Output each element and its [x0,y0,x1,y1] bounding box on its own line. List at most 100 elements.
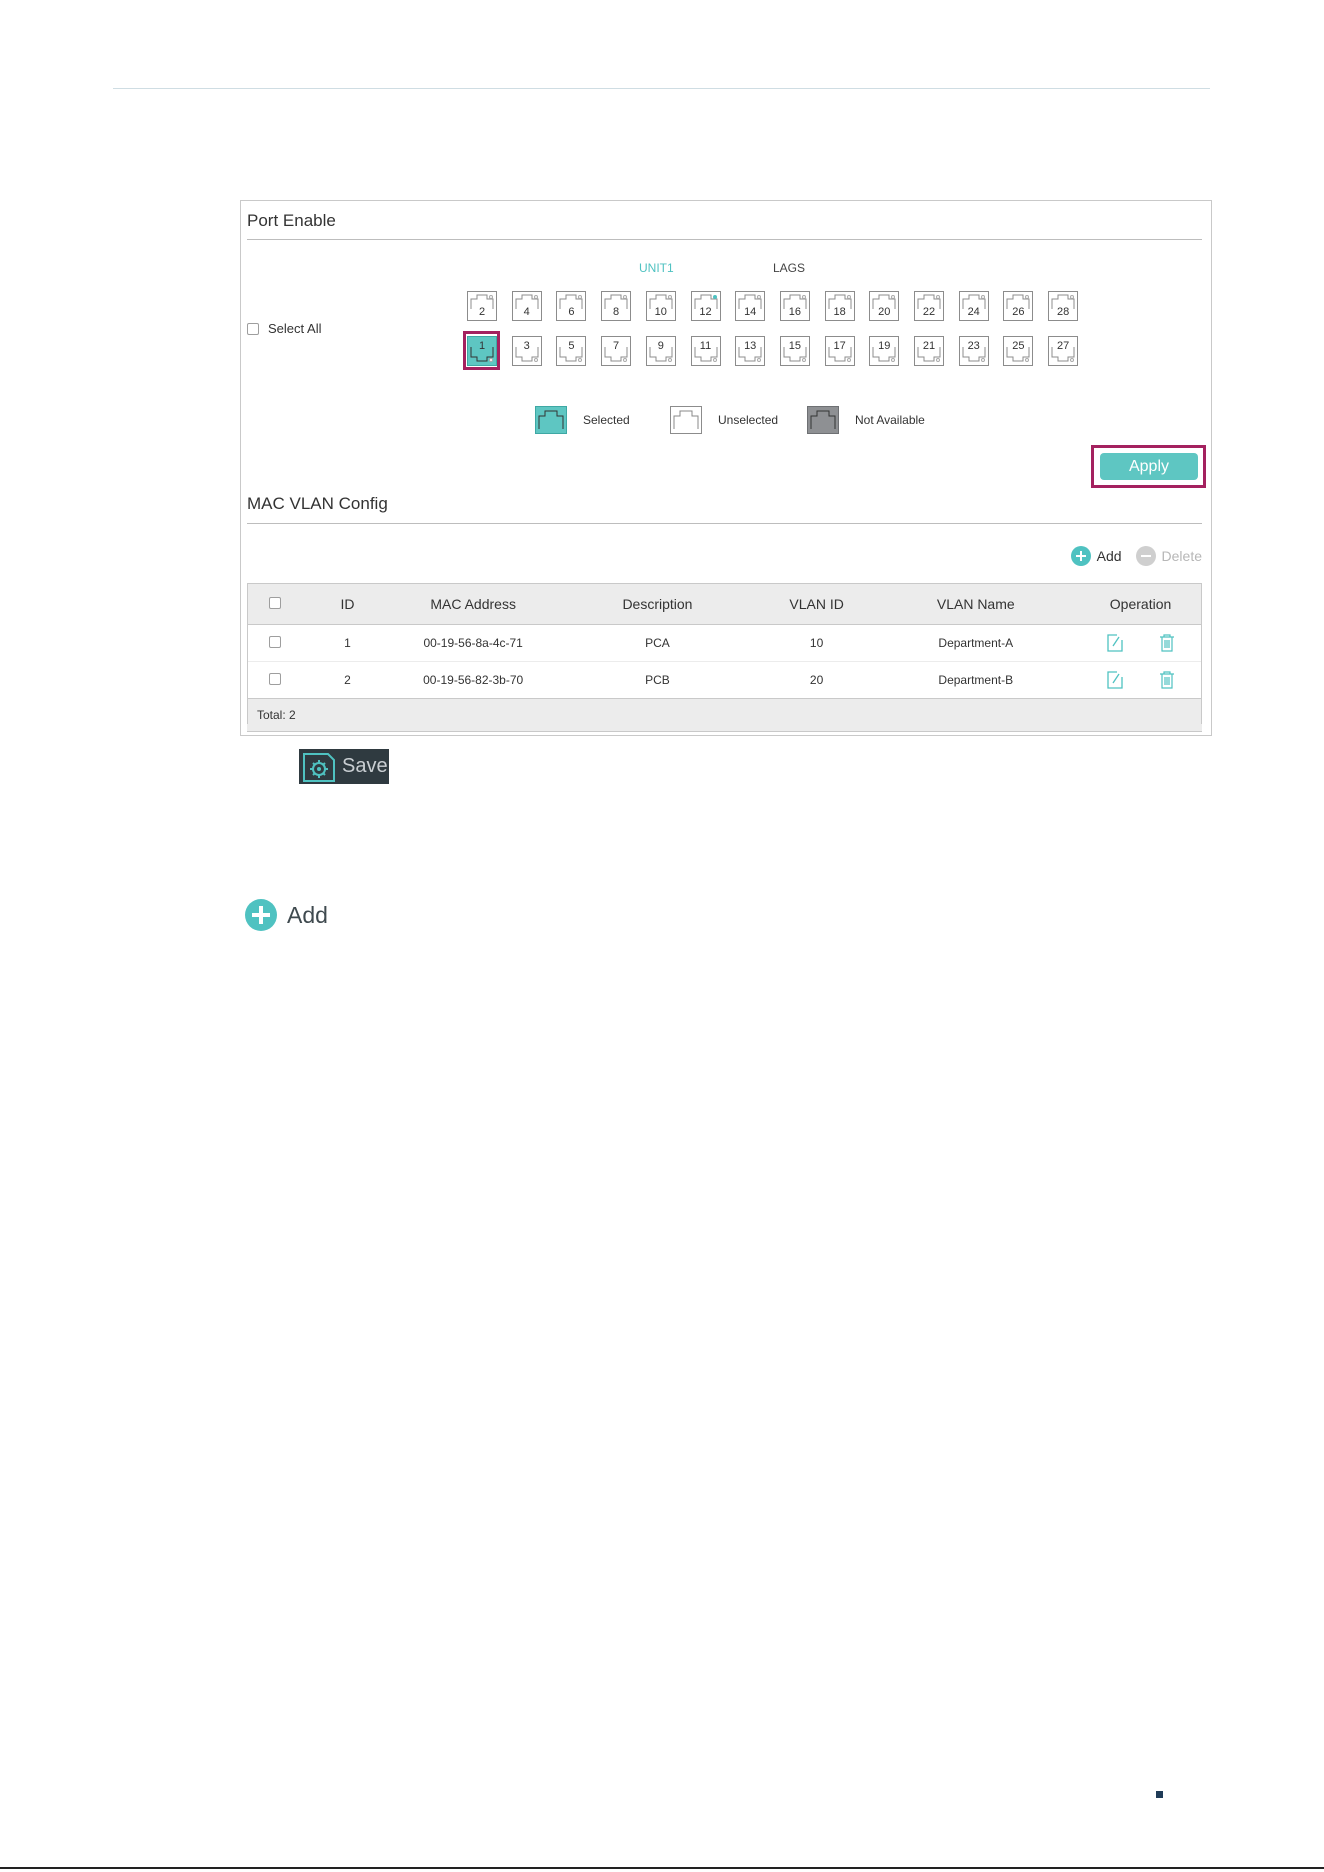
port-26[interactable]: 26 [1003,291,1034,321]
port-enable-divider [247,239,1202,240]
port-27[interactable]: 27 [1048,336,1079,366]
column-header-operation: Operation [1079,583,1202,625]
total-count: Total: 2 [247,698,1202,732]
port-status-dot [936,295,940,299]
select-all-label: Select All [268,321,322,336]
port-status-dot [533,295,538,299]
save-label: Save [342,755,388,777]
tab-unit1[interactable]: UNIT1 [639,261,674,275]
port-number: 19 [878,340,891,352]
port-12[interactable]: 12 [690,291,721,321]
not-available-swatch-icon [807,406,839,434]
port-17[interactable]: 17 [824,336,855,366]
add-entry-button[interactable]: Add [1070,546,1122,566]
save-button[interactable]: Save [299,749,389,784]
select-all-control[interactable]: Select All [247,321,321,336]
port-number: 28 [1056,306,1070,318]
port-15[interactable]: 15 [779,336,810,366]
select-all-rows-checkbox[interactable] [268,597,281,609]
port-status-dot [846,295,851,299]
row-checkbox[interactable] [268,635,281,648]
port-19[interactable]: 19 [869,336,900,366]
mac-vlan-config-title: MAC VLAN Config [247,494,388,513]
port-number: 9 [657,340,664,352]
port-25[interactable]: 25 [1003,336,1034,366]
apply-button[interactable]: Apply [1100,453,1198,480]
port-number: 7 [613,340,620,352]
port-status-dot [533,358,538,362]
port-status-dot [980,358,985,362]
port-5[interactable]: 5 [556,336,587,366]
add-button[interactable]: Add [245,899,328,931]
save-gear-icon [303,752,335,782]
port-number: 26 [1012,306,1025,318]
port-24[interactable]: 24 [958,291,989,321]
column-header-description: Description [554,583,761,625]
port-2[interactable]: 2 [467,291,497,321]
tab-lags[interactable]: LAGS [773,261,805,275]
port-number: 11 [699,340,712,352]
port-18[interactable]: 18 [824,291,855,321]
apply-highlight: Apply [1091,445,1206,488]
port-1-highlight [463,331,500,370]
trash-icon[interactable] [1159,671,1175,689]
legend-not-available: Not Available [807,406,925,434]
port-3[interactable]: 3 [511,336,542,366]
edit-icon[interactable] [1106,634,1123,652]
port-number: 13 [744,340,757,352]
port-number: 4 [523,306,530,318]
minus-circle-icon [1135,546,1156,566]
port-status-dot [801,295,806,299]
port-status-dot [846,358,851,362]
port-status-dot [667,358,672,362]
plus-circle-icon [245,899,277,931]
cell-mac: 00-19-56-82-3b-70 [392,661,555,699]
port-13[interactable]: 13 [735,336,766,366]
port-28[interactable]: 28 [1048,291,1079,321]
cell-description: PCA [554,624,761,662]
footer-divider [0,1867,1324,1869]
cell-vlan-name: Department-A [872,624,1080,662]
port-9[interactable]: 9 [645,336,676,366]
port-number: 23 [967,340,980,352]
port-number: 10 [654,306,667,318]
table-header-row: ID MAC Address Description VLAN ID VLAN … [247,583,1202,625]
port-14[interactable]: 14 [735,291,766,321]
row-checkbox-cell [247,661,303,699]
cell-id: 1 [302,624,393,662]
mac-vlan-panel: Port Enable UNIT1 LAGS Select All 2 4 6 8 10… [240,200,1212,736]
port-7[interactable]: 7 [601,336,632,366]
plus-circle-icon [1070,546,1091,566]
unselected-swatch-icon [670,406,702,434]
port-status-dot [667,295,672,299]
port-status-dot [801,358,806,362]
port-8[interactable]: 8 [601,291,632,321]
cell-mac: 00-19-56-8a-4c-71 [392,624,555,662]
port-number: 18 [833,306,846,318]
table-row: 1 00-19-56-8a-4c-71 PCA 10 Department-A [247,624,1202,662]
cell-operation [1079,661,1202,699]
legend-selected-label: Selected [583,413,630,427]
trash-icon[interactable] [1159,634,1175,652]
edit-icon[interactable] [1106,671,1123,689]
port-22[interactable]: 22 [914,291,944,321]
port-23[interactable]: 23 [958,336,989,366]
cell-description: PCB [554,661,761,699]
column-header-vlan-id: VLAN ID [760,583,873,625]
select-all-checkbox[interactable] [247,322,259,335]
port-11[interactable]: 11 [690,336,721,366]
port-number: 3 [523,340,530,352]
delete-entry-button[interactable]: Delete [1135,546,1202,566]
selected-swatch-icon [535,406,567,434]
delete-entry-label: Delete [1161,548,1202,564]
port-6[interactable]: 6 [556,291,587,321]
port-10[interactable]: 10 [645,291,676,321]
port-21[interactable]: 21 [914,336,944,366]
port-16[interactable]: 16 [779,291,810,321]
port-4[interactable]: 4 [511,291,542,321]
row-checkbox[interactable] [268,672,281,685]
cell-id: 2 [302,661,393,699]
port-20[interactable]: 20 [869,291,900,321]
port-number: 25 [1012,340,1025,352]
column-header-mac: MAC Address [392,583,555,625]
